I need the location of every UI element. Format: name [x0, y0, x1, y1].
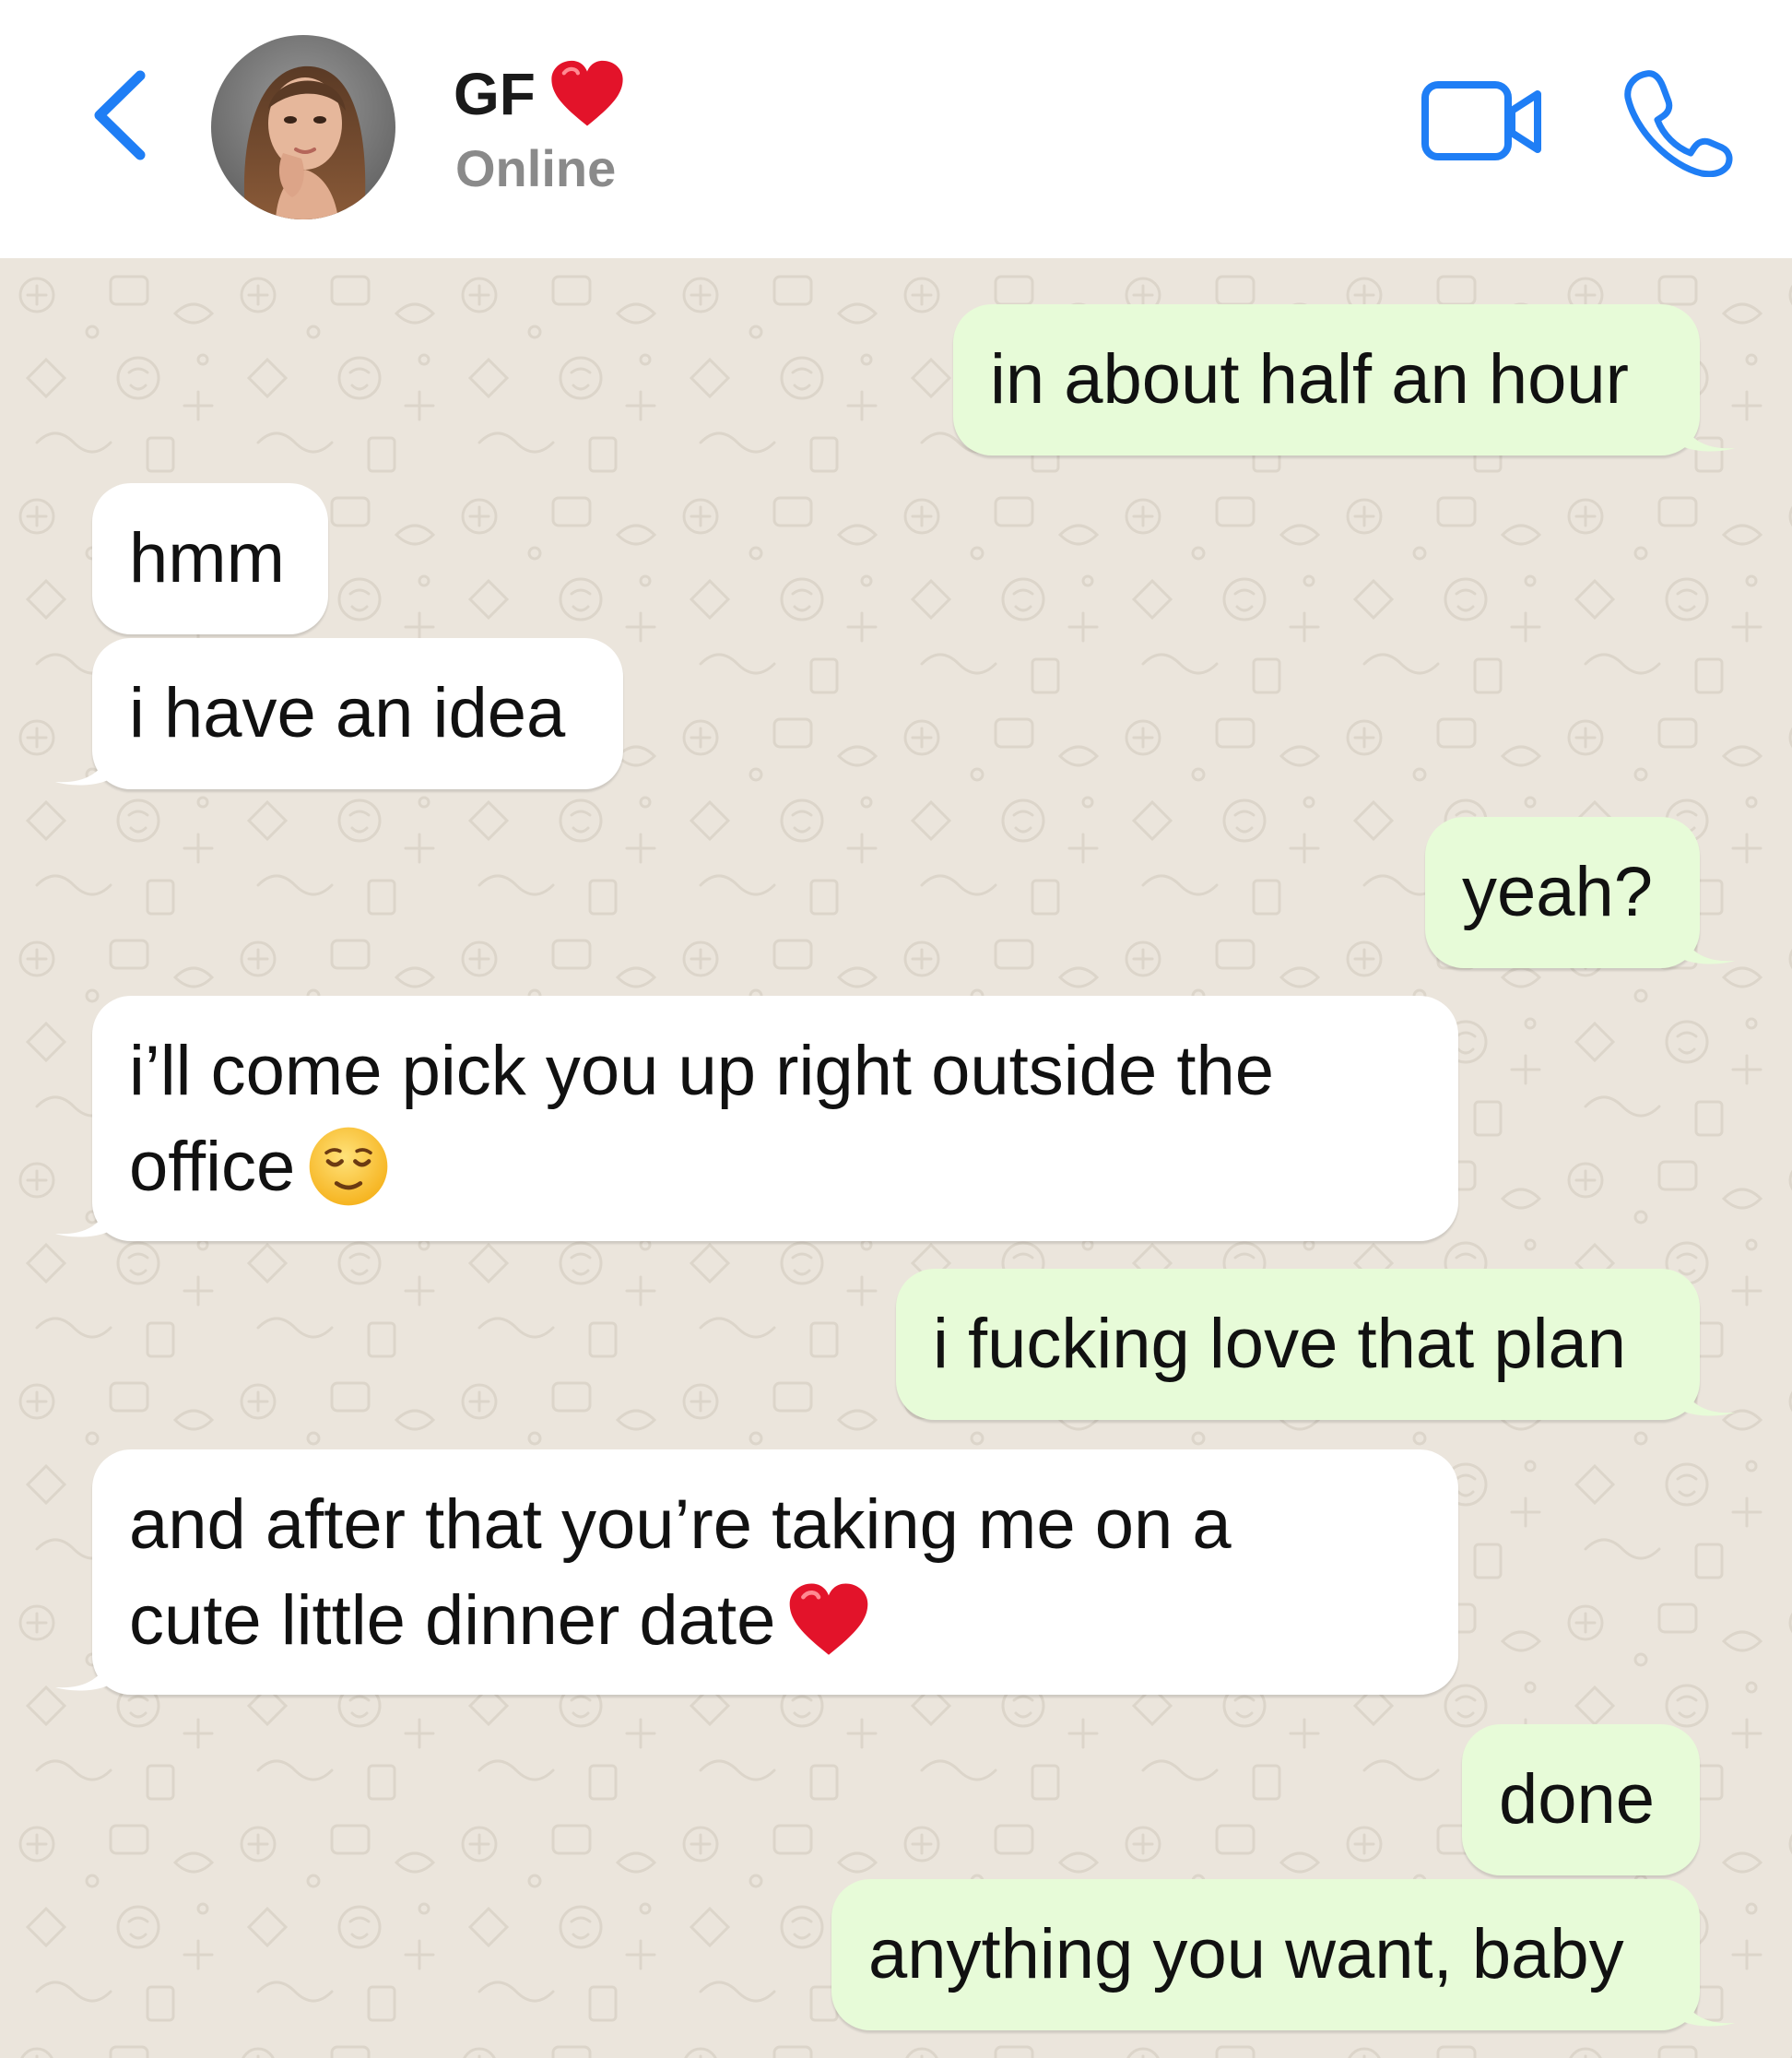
chat-area[interactable]: in about half an hour hmm i have an idea… — [0, 258, 1792, 2058]
message-text: in about half an hour — [990, 340, 1629, 419]
message-text: yeah? — [1462, 853, 1654, 931]
bubble-tail — [55, 1202, 111, 1237]
red-heart-emoji — [790, 1583, 868, 1655]
message-text: and after that you’re taking me on a — [129, 1485, 1232, 1564]
incoming-message[interactable]: i’ll come pick you up right outside the … — [92, 996, 1458, 1241]
video-call-button[interactable] — [1420, 76, 1545, 168]
outgoing-message[interactable]: done — [1462, 1724, 1700, 1875]
contact-name[interactable]: GF — [454, 57, 626, 131]
phone-icon — [1624, 70, 1733, 178]
message-text: i’ll come pick you up right outside the — [129, 1032, 1274, 1110]
outgoing-message[interactable]: in about half an hour — [953, 304, 1700, 455]
back-button[interactable] — [83, 65, 157, 166]
message-text: office — [129, 1128, 296, 1206]
chat-header: GF Online — [0, 0, 1792, 258]
message-text: i have an idea — [129, 674, 566, 752]
bubble-tail — [1680, 929, 1735, 964]
voice-call-button[interactable] — [1622, 66, 1733, 178]
contact-name-text: GF — [454, 61, 536, 127]
outgoing-message[interactable]: anything you want, baby — [831, 1879, 1700, 2030]
message-text: anything you want, baby — [868, 1915, 1624, 1993]
incoming-message[interactable]: hmm — [92, 483, 328, 634]
video-camera-icon — [1421, 81, 1541, 160]
bubble-tail — [55, 751, 111, 786]
bubble-tail — [55, 1656, 111, 1691]
bubble-tail — [1680, 1992, 1735, 2027]
message-text-line-2: cute little dinner date — [129, 1573, 1421, 1669]
red-heart-icon — [551, 60, 623, 126]
outgoing-message[interactable]: i fucking love that plan — [896, 1269, 1700, 1420]
message-text: done — [1499, 1760, 1656, 1839]
outgoing-message[interactable]: yeah? — [1425, 817, 1700, 968]
message-text: cute little dinner date — [129, 1581, 776, 1660]
relieved-face-emoji — [309, 1127, 388, 1206]
bubble-tail — [1680, 1381, 1735, 1416]
message-text-line-2: office — [129, 1119, 1421, 1215]
incoming-message[interactable]: i have an idea — [92, 638, 623, 789]
contact-photo — [211, 35, 395, 219]
message-text: hmm — [129, 519, 285, 597]
chevron-left-icon — [94, 70, 146, 160]
incoming-message[interactable]: and after that you’re taking me on a cut… — [92, 1449, 1458, 1695]
avatar[interactable] — [211, 35, 395, 219]
contact-status: Online — [455, 139, 617, 197]
message-text: i fucking love that plan — [933, 1305, 1627, 1383]
bubble-tail — [1680, 417, 1735, 452]
